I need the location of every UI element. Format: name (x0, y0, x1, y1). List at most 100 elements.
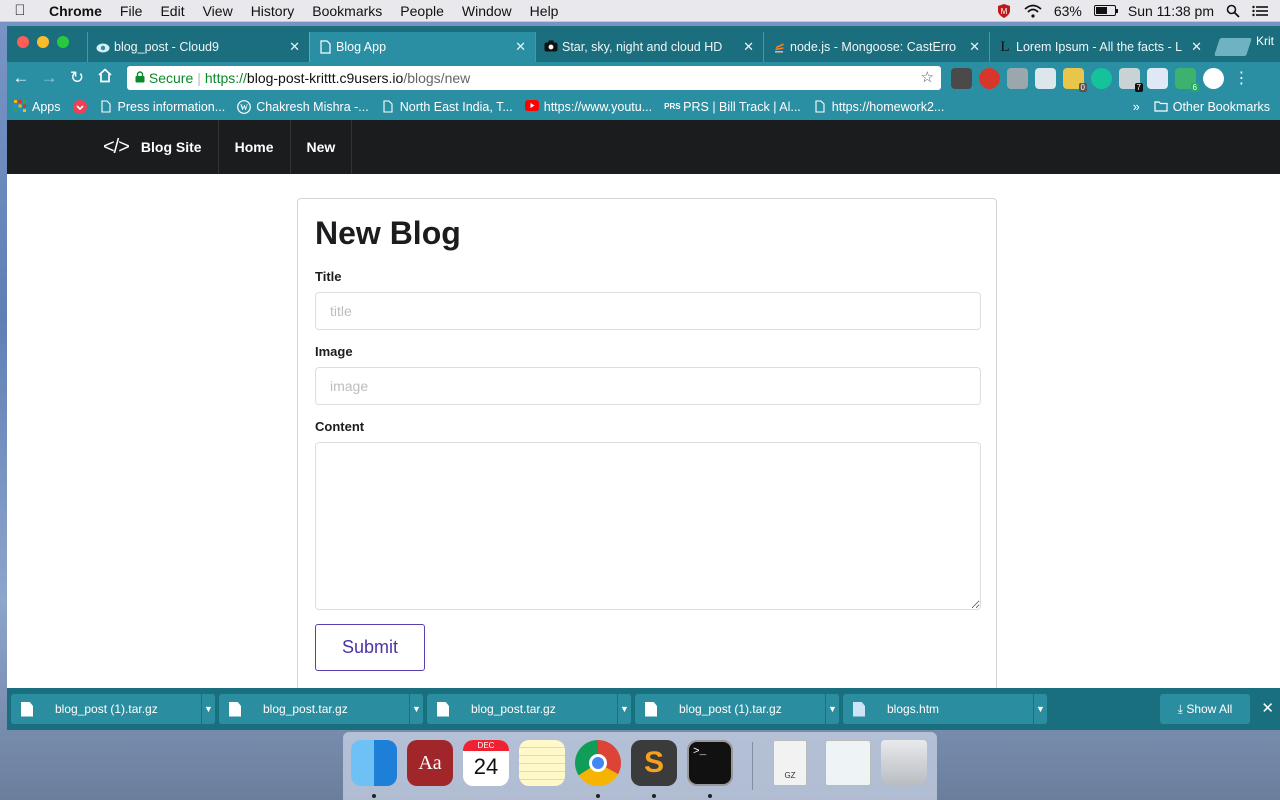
bookmark-pocket[interactable] (67, 100, 93, 114)
close-window-button[interactable] (17, 36, 29, 48)
archive-file-icon[interactable]: GZ (773, 740, 807, 786)
download-item[interactable]: blog_post (1).tar.gz ▼ (635, 694, 839, 724)
download-item[interactable]: blog_post.tar.gz ▼ (427, 694, 631, 724)
download-item[interactable]: blog_post (1).tar.gz ▼ (11, 694, 215, 724)
chevron-down-icon[interactable]: ▼ (825, 694, 839, 724)
close-tab-icon[interactable]: ✕ (743, 32, 754, 62)
chevron-down-icon[interactable]: ▼ (617, 694, 631, 724)
clock[interactable]: Sun 11:38 pm (1128, 3, 1214, 19)
running-indicator (372, 794, 376, 798)
tab-blog-app[interactable]: Blog App ✕ (309, 32, 535, 62)
nav-new-link[interactable]: New (291, 120, 353, 174)
mcafee-icon[interactable]: M (996, 0, 1012, 22)
secure-label: Secure (148, 70, 194, 86)
html-file-icon (853, 701, 865, 717)
bookmark-north-east-india[interactable]: North East India, T... (375, 100, 519, 114)
notification-center-icon[interactable] (1252, 0, 1268, 22)
battery-icon[interactable] (1093, 5, 1118, 16)
close-tab-icon[interactable]: ✕ (289, 32, 300, 62)
menu-help[interactable]: Help (521, 0, 568, 22)
menu-people[interactable]: People (391, 0, 453, 22)
content-textarea[interactable] (315, 442, 981, 610)
downloads-stack-icon[interactable] (825, 740, 871, 786)
bookmarks-overflow-chevron-icon[interactable]: » (1133, 100, 1140, 114)
extension-5-icon[interactable]: 0 (1063, 68, 1087, 92)
dictionary-icon[interactable]: Aa (407, 740, 453, 786)
download-filename: blog_post.tar.gz (263, 702, 348, 716)
apple-menu-icon[interactable]:  (0, 2, 40, 19)
new-tab-button[interactable] (1214, 38, 1252, 56)
tab-stackoverflow[interactable]: node.js - Mongoose: CastErro ✕ (763, 32, 989, 62)
menu-edit[interactable]: Edit (151, 0, 193, 22)
menu-file[interactable]: File (111, 0, 152, 22)
extension-9-icon[interactable]: 6 (1175, 68, 1199, 92)
fullscreen-window-button[interactable] (57, 36, 69, 48)
home-icon[interactable] (91, 68, 119, 88)
chrome-icon[interactable] (575, 740, 621, 786)
page-viewport: </> Blog Site Home New New Blog Title Im… (7, 120, 1280, 688)
close-tab-icon[interactable]: ✕ (515, 32, 526, 62)
bookmark-press-information[interactable]: Press information... (93, 100, 232, 114)
menu-app-name[interactable]: Chrome (40, 0, 111, 22)
running-indicator (652, 794, 656, 798)
tag-icon[interactable] (1035, 68, 1056, 89)
tab-star-sky[interactable]: Star, sky, night and cloud HD ✕ (535, 32, 763, 62)
file-icon (437, 701, 449, 717)
chrome-menu-icon[interactable]: ⋮ (1231, 68, 1252, 89)
image-input[interactable] (315, 367, 981, 405)
close-tab-icon[interactable]: ✕ (1191, 32, 1202, 62)
menu-view[interactable]: View (194, 0, 242, 22)
prs-icon: PRS (664, 102, 681, 111)
bookmark-youtube[interactable]: https://www.youtu... (519, 100, 658, 114)
close-tab-icon[interactable]: ✕ (969, 32, 980, 62)
extension-3-icon[interactable] (1007, 68, 1028, 89)
extension-7-icon[interactable]: 7 (1119, 68, 1143, 92)
close-shelf-icon[interactable]: ✕ (1261, 699, 1274, 717)
notes-icon[interactable] (519, 740, 565, 786)
sublime-text-icon[interactable]: S (631, 740, 677, 786)
profile-name[interactable]: Krit (1256, 34, 1274, 48)
nav-home-link[interactable]: Home (219, 120, 291, 174)
bookmark-chakresh-mishra[interactable]: W Chakresh Mishra -... (231, 100, 375, 114)
show-all-downloads-button[interactable]: ⤓ Show All (1160, 694, 1250, 724)
finder-icon[interactable] (351, 740, 397, 786)
nav-brand-link[interactable]: </> Blog Site (87, 120, 219, 174)
bookmark-apps[interactable]: Apps (7, 100, 67, 114)
title-input[interactable] (315, 292, 981, 330)
other-bookmarks-folder[interactable]: Other Bookmarks (1148, 100, 1276, 114)
menu-bookmarks[interactable]: Bookmarks (303, 0, 391, 22)
download-item[interactable]: blogs.htm ▼ (843, 694, 1047, 724)
adblock-icon[interactable] (979, 68, 1000, 89)
bookmark-star-icon[interactable]: ☆ (921, 66, 934, 90)
menu-history[interactable]: History (242, 0, 304, 22)
bookmark-homework[interactable]: https://homework2... (807, 100, 951, 114)
submit-button[interactable]: Submit (315, 624, 425, 671)
forward-arrow-icon[interactable]: → (35, 68, 63, 88)
address-bar[interactable]: Secure | https://blog-post-krittt.c9users.… (127, 66, 941, 90)
chevron-down-icon[interactable]: ▼ (1033, 694, 1047, 724)
tab-cloud9[interactable]: blog_post - Cloud9 ✕ (87, 32, 309, 62)
download-item[interactable]: blog_post.tar.gz ▼ (219, 694, 423, 724)
macos-menu-bar:  Chrome File Edit View History Bookmark… (0, 0, 1280, 22)
back-arrow-icon[interactable]: ← (7, 68, 35, 88)
checkmark-icon[interactable] (1147, 68, 1168, 89)
chrome-window: blog_post - Cloud9 ✕ Blog App ✕ Star, sk… (7, 26, 1280, 688)
spotlight-search-icon[interactable] (1226, 0, 1240, 22)
bookmark-prs-bill-track[interactable]: PRS PRS | Bill Track | Al... (658, 100, 807, 114)
wifi-icon[interactable] (1024, 0, 1042, 22)
reload-icon[interactable]: ↻ (63, 68, 91, 88)
chevron-down-icon[interactable]: ▼ (201, 694, 215, 724)
menu-window[interactable]: Window (453, 0, 521, 22)
terminal-icon[interactable]: >_ (687, 740, 733, 786)
extension-7-badge: 7 (1134, 83, 1143, 92)
extension-9-badge: 6 (1190, 83, 1199, 92)
grammarly-icon[interactable] (1091, 68, 1112, 89)
extension-10-icon[interactable] (1203, 68, 1224, 89)
chevron-down-icon[interactable]: ▼ (409, 694, 423, 724)
extension-1-icon[interactable] (951, 68, 972, 89)
trash-icon[interactable] (881, 740, 927, 786)
tab-lorem-ipsum[interactable]: L Lorem Ipsum - All the facts - L ✕ (989, 32, 1211, 62)
minimize-window-button[interactable] (37, 36, 49, 48)
lock-icon (135, 70, 149, 86)
calendar-icon[interactable]: DEC 24 (463, 740, 509, 786)
